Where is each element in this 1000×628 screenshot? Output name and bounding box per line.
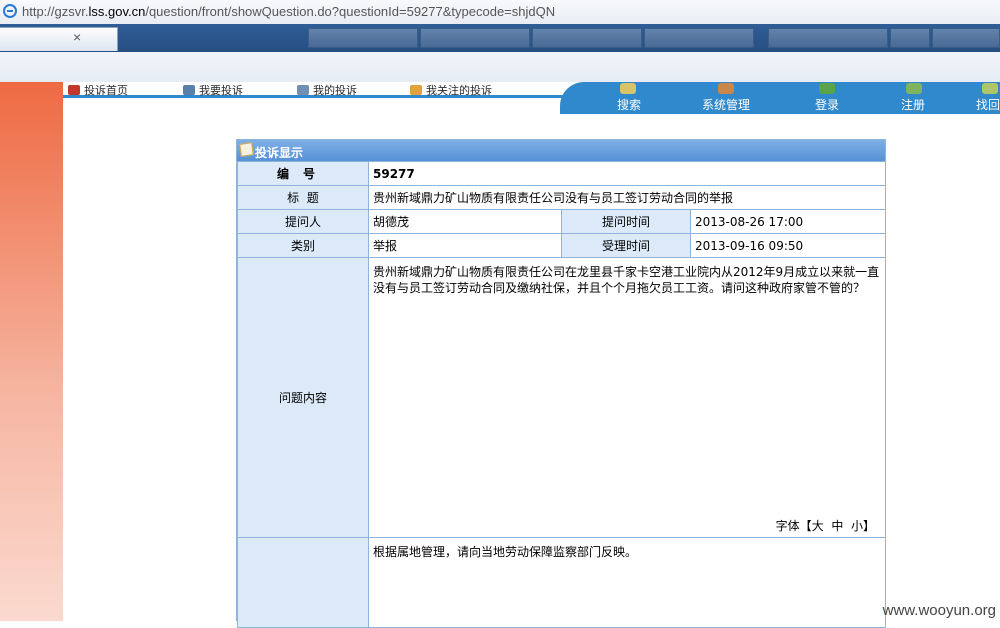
nav-home-link[interactable]: 投诉首页 [68, 82, 128, 97]
nav-my-complaints-link[interactable]: 我的投诉 [297, 82, 357, 97]
type-label: 类别 [237, 233, 369, 258]
watermark: www.wooyun.org [882, 602, 996, 619]
table-row: 问题内容 贵州新域鼎力矿山物质有限责任公司在龙里县千家卡空港工业院内从2012年… [237, 257, 887, 538]
table-row: 提问人 胡德茂 提问时间 2013-08-26 17:00 [237, 209, 887, 234]
font-large-link[interactable]: 大 [812, 519, 824, 533]
accept-time-value: 2013-09-16 09:50 [689, 233, 887, 258]
table-row: 标 题 贵州新域鼎力矿山物质有限责任公司没有与员工签订劳动合同的举报 [237, 185, 887, 210]
asker-label: 提问人 [237, 209, 369, 234]
background-tab[interactable] [644, 28, 754, 48]
recover-icon [982, 83, 998, 94]
asker-value: 胡德茂 [368, 209, 562, 234]
background-tab[interactable] [768, 28, 888, 48]
star-icon [410, 85, 422, 95]
id-value: 59277 [367, 161, 887, 186]
background-tab[interactable] [532, 28, 642, 48]
nav-admin-link[interactable]: 系统管理 [702, 96, 750, 113]
command-bar [0, 52, 1000, 83]
ask-time-value: 2013-08-26 17:00 [689, 209, 887, 234]
list-icon [297, 85, 309, 95]
id-label: 编号 [237, 161, 369, 186]
register-icon [906, 83, 922, 94]
complaint-table: 编号 59277 标 题 贵州新域鼎力矿山物质有限责任公司没有与员工签订劳动合同… [237, 161, 887, 628]
nav-recover-link[interactable]: 找回 [976, 96, 1000, 113]
nav-register-link[interactable]: 注册 [901, 96, 925, 113]
settings-icon [718, 83, 734, 94]
accept-time-label: 受理时间 [561, 233, 691, 258]
table-row: 根据属地管理，请向当地劳动保障监察部门反映。 [237, 537, 887, 628]
font-medium-link[interactable]: 中 [831, 519, 843, 533]
reply-label [237, 537, 369, 628]
background-tab[interactable] [420, 28, 530, 48]
login-icon [819, 83, 835, 94]
note-icon [239, 142, 254, 157]
font-small-link[interactable]: 小 [851, 519, 863, 533]
type-value: 举报 [368, 233, 562, 258]
left-decor-band [0, 82, 63, 621]
content-text: 贵州新域鼎力矿山物质有限责任公司在龙里县千家卡空港工业院内从2012年9月成立以… [373, 265, 880, 295]
table-row: 编号 59277 [237, 161, 887, 186]
url-text[interactable]: http://gzsvr.lss.gov.cn/question/front/s… [22, 4, 555, 19]
active-tab[interactable] [0, 27, 118, 51]
home-icon [68, 85, 80, 95]
background-tab[interactable] [890, 28, 930, 48]
panel-title: 投诉显示 [255, 146, 304, 160]
table-row: 类别 举报 受理时间 2013-09-16 09:50 [237, 233, 887, 258]
panel-header [237, 140, 885, 161]
background-tab[interactable] [932, 28, 1000, 48]
font-size-controls: 字体【大 中 小】 [775, 519, 876, 533]
nav-complain-link[interactable]: 我要投诉 [183, 82, 243, 97]
title-value: 贵州新域鼎力矿山物质有限责任公司没有与员工签订劳动合同的举报 [367, 185, 887, 210]
ask-time-label: 提问时间 [561, 209, 691, 234]
ie-browser-icon [3, 4, 17, 18]
nav-search-link[interactable]: 搜索 [617, 96, 641, 113]
title-label: 标 题 [237, 185, 369, 210]
background-tab[interactable] [308, 28, 418, 48]
content-label: 问题内容 [237, 257, 369, 538]
nav-login-link[interactable]: 登录 [815, 96, 839, 113]
search-icon [620, 83, 636, 94]
nav-followed-link[interactable]: 我关注的投诉 [410, 82, 492, 97]
tab-close-icon[interactable]: × [73, 29, 81, 45]
reply-text: 根据属地管理，请向当地劳动保障监察部门反映。 [367, 537, 887, 628]
complain-icon [183, 85, 195, 95]
content-cell: 贵州新域鼎力矿山物质有限责任公司在龙里县千家卡空港工业院内从2012年9月成立以… [367, 257, 887, 538]
